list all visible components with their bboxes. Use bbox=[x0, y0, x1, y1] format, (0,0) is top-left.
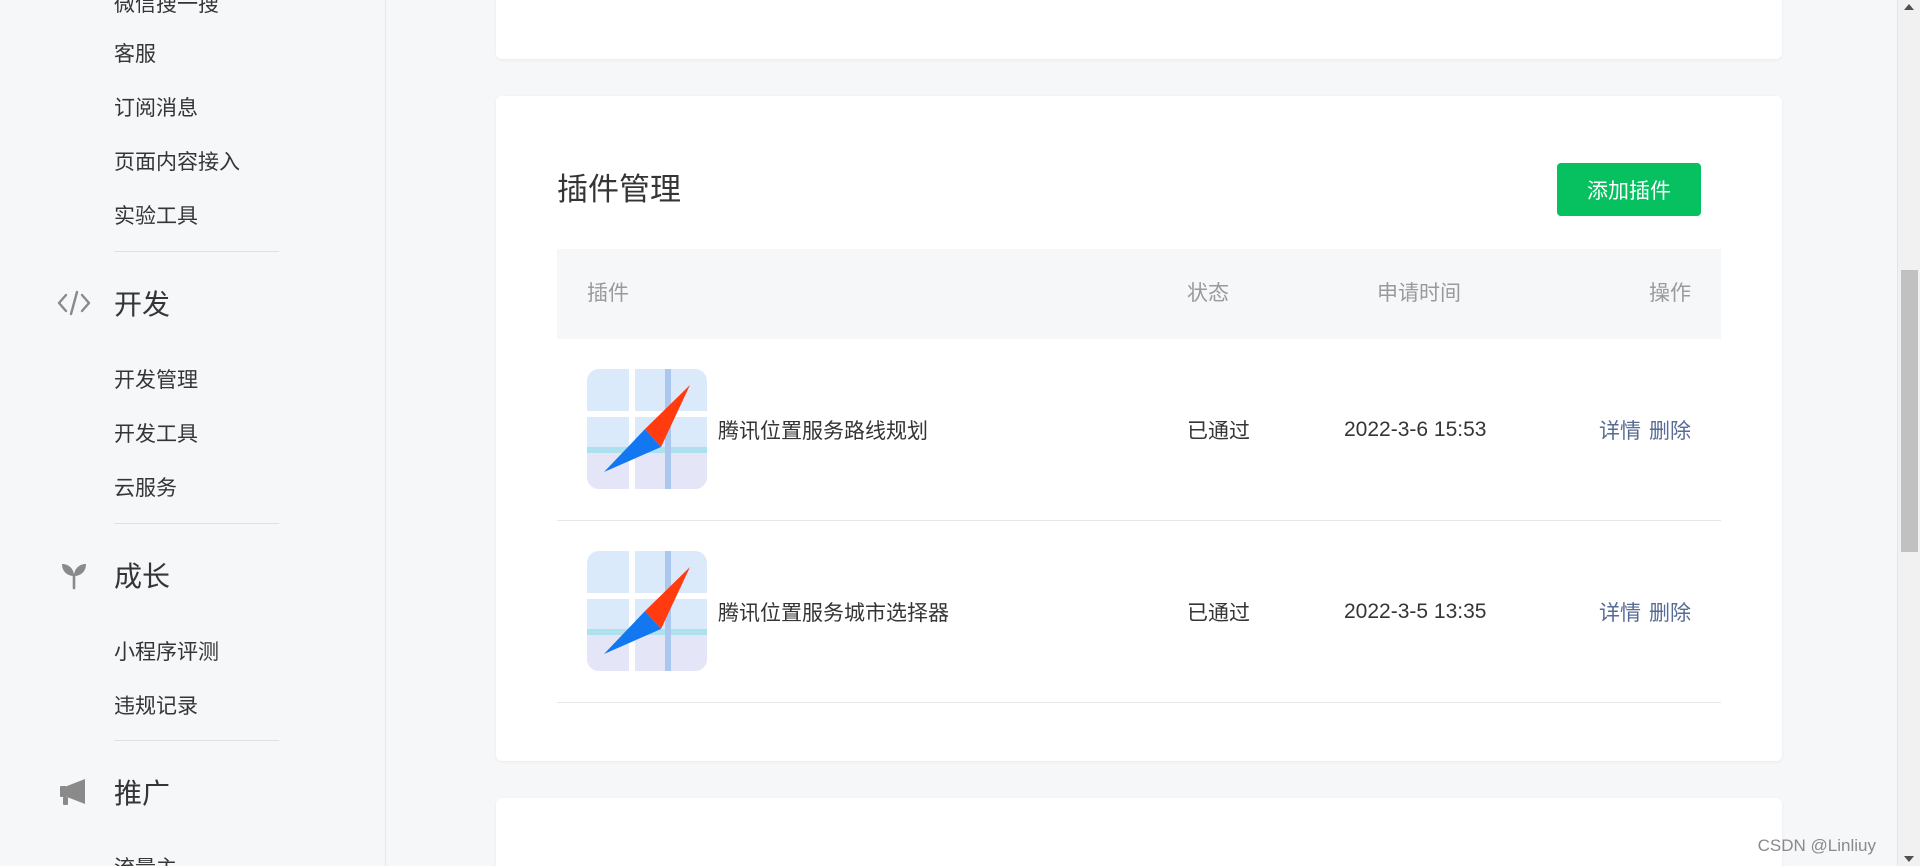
plugin-name: 腾讯位置服务城市选择器 bbox=[718, 602, 949, 625]
sidebar-divider bbox=[114, 740, 279, 741]
sidebar-item-customer-service[interactable]: 客服 bbox=[114, 38, 156, 68]
sidebar-item-cloud-service[interactable]: 云服务 bbox=[114, 472, 177, 502]
vertical-scrollbar[interactable] bbox=[1897, 0, 1920, 866]
sidebar-divider bbox=[114, 251, 279, 252]
column-header-operations: 操作 bbox=[1649, 282, 1691, 305]
code-icon bbox=[54, 283, 94, 323]
row-actions: 详情 删除 bbox=[1599, 521, 1691, 703]
scroll-down-arrow-icon[interactable] bbox=[1904, 856, 1914, 862]
row-actions: 详情 删除 bbox=[1599, 339, 1691, 521]
sidebar-section-develop[interactable]: 开发 bbox=[54, 283, 170, 323]
delete-link[interactable]: 删除 bbox=[1649, 597, 1691, 627]
column-header-plugin: 插件 bbox=[587, 282, 629, 305]
detail-link[interactable]: 详情 bbox=[1599, 597, 1641, 627]
sidebar-section-label: 推广 bbox=[114, 778, 171, 809]
sidebar-section-label: 成长 bbox=[114, 561, 171, 592]
table-header: 插件 状态 申请时间 操作 bbox=[557, 249, 1721, 339]
sidebar: 微信搜一搜 客服 订阅消息 页面内容接入 实验工具 开发 开发管理 开发工具 云… bbox=[0, 0, 386, 866]
sidebar-divider bbox=[114, 523, 279, 524]
status-text: 已通过 bbox=[1187, 602, 1250, 625]
sidebar-item-dev-management[interactable]: 开发管理 bbox=[114, 364, 198, 394]
sidebar-item-dev-tools[interactable]: 开发工具 bbox=[114, 418, 198, 448]
column-header-apply-time: 申请时间 bbox=[1377, 282, 1461, 305]
sidebar-item-violation-records[interactable]: 违规记录 bbox=[114, 690, 198, 720]
sidebar-item-mini-program-review[interactable]: 小程序评测 bbox=[114, 636, 219, 666]
sidebar-item-experiment-tools[interactable]: 实验工具 bbox=[114, 200, 198, 230]
table-row: 腾讯位置服务城市选择器 已通过 2022-3-5 13:35 详情 删除 bbox=[557, 521, 1721, 703]
tencent-map-plugin-icon bbox=[587, 551, 707, 671]
apply-time: 2022-3-6 15:53 bbox=[1344, 418, 1487, 441]
megaphone-icon bbox=[54, 772, 94, 812]
page-title: 插件管理 bbox=[557, 172, 681, 207]
top-card bbox=[496, 0, 1782, 59]
sidebar-item-page-content-access[interactable]: 页面内容接入 bbox=[114, 146, 240, 176]
status-text: 已通过 bbox=[1187, 420, 1250, 443]
delete-link[interactable]: 删除 bbox=[1649, 415, 1691, 445]
plugin-management-card: 插件管理 添加插件 插件 状态 申请时间 操作 腾讯位置服务路线规划 已通过 2… bbox=[496, 96, 1782, 761]
detail-link[interactable]: 详情 bbox=[1599, 415, 1641, 445]
sidebar-item-traffic-owner[interactable]: 流量主 bbox=[114, 852, 177, 866]
plugin-table: 插件 状态 申请时间 操作 腾讯位置服务路线规划 已通过 2022-3-6 15… bbox=[557, 249, 1721, 703]
tencent-map-plugin-icon bbox=[587, 369, 707, 489]
sidebar-item-wechat-search[interactable]: 微信搜一搜 bbox=[114, 0, 219, 18]
bottom-card bbox=[496, 798, 1782, 866]
table-row: 腾讯位置服务路线规划 已通过 2022-3-6 15:53 详情 删除 bbox=[557, 339, 1721, 521]
plugin-name: 腾讯位置服务路线规划 bbox=[718, 420, 928, 443]
scrollbar-thumb[interactable] bbox=[1901, 270, 1918, 552]
sidebar-section-promotion[interactable]: 推广 bbox=[54, 772, 170, 812]
sidebar-item-subscription-messages[interactable]: 订阅消息 bbox=[114, 92, 198, 122]
column-header-status: 状态 bbox=[1187, 282, 1229, 305]
apply-time: 2022-3-5 13:35 bbox=[1344, 600, 1487, 623]
sidebar-section-label: 开发 bbox=[114, 289, 171, 320]
watermark: CSDN @Linliuy bbox=[1757, 836, 1876, 855]
sprout-icon bbox=[54, 555, 94, 595]
sidebar-section-growth[interactable]: 成长 bbox=[54, 555, 170, 595]
scroll-up-arrow-icon[interactable] bbox=[1904, 4, 1914, 10]
add-plugin-button[interactable]: 添加插件 bbox=[1557, 163, 1701, 216]
